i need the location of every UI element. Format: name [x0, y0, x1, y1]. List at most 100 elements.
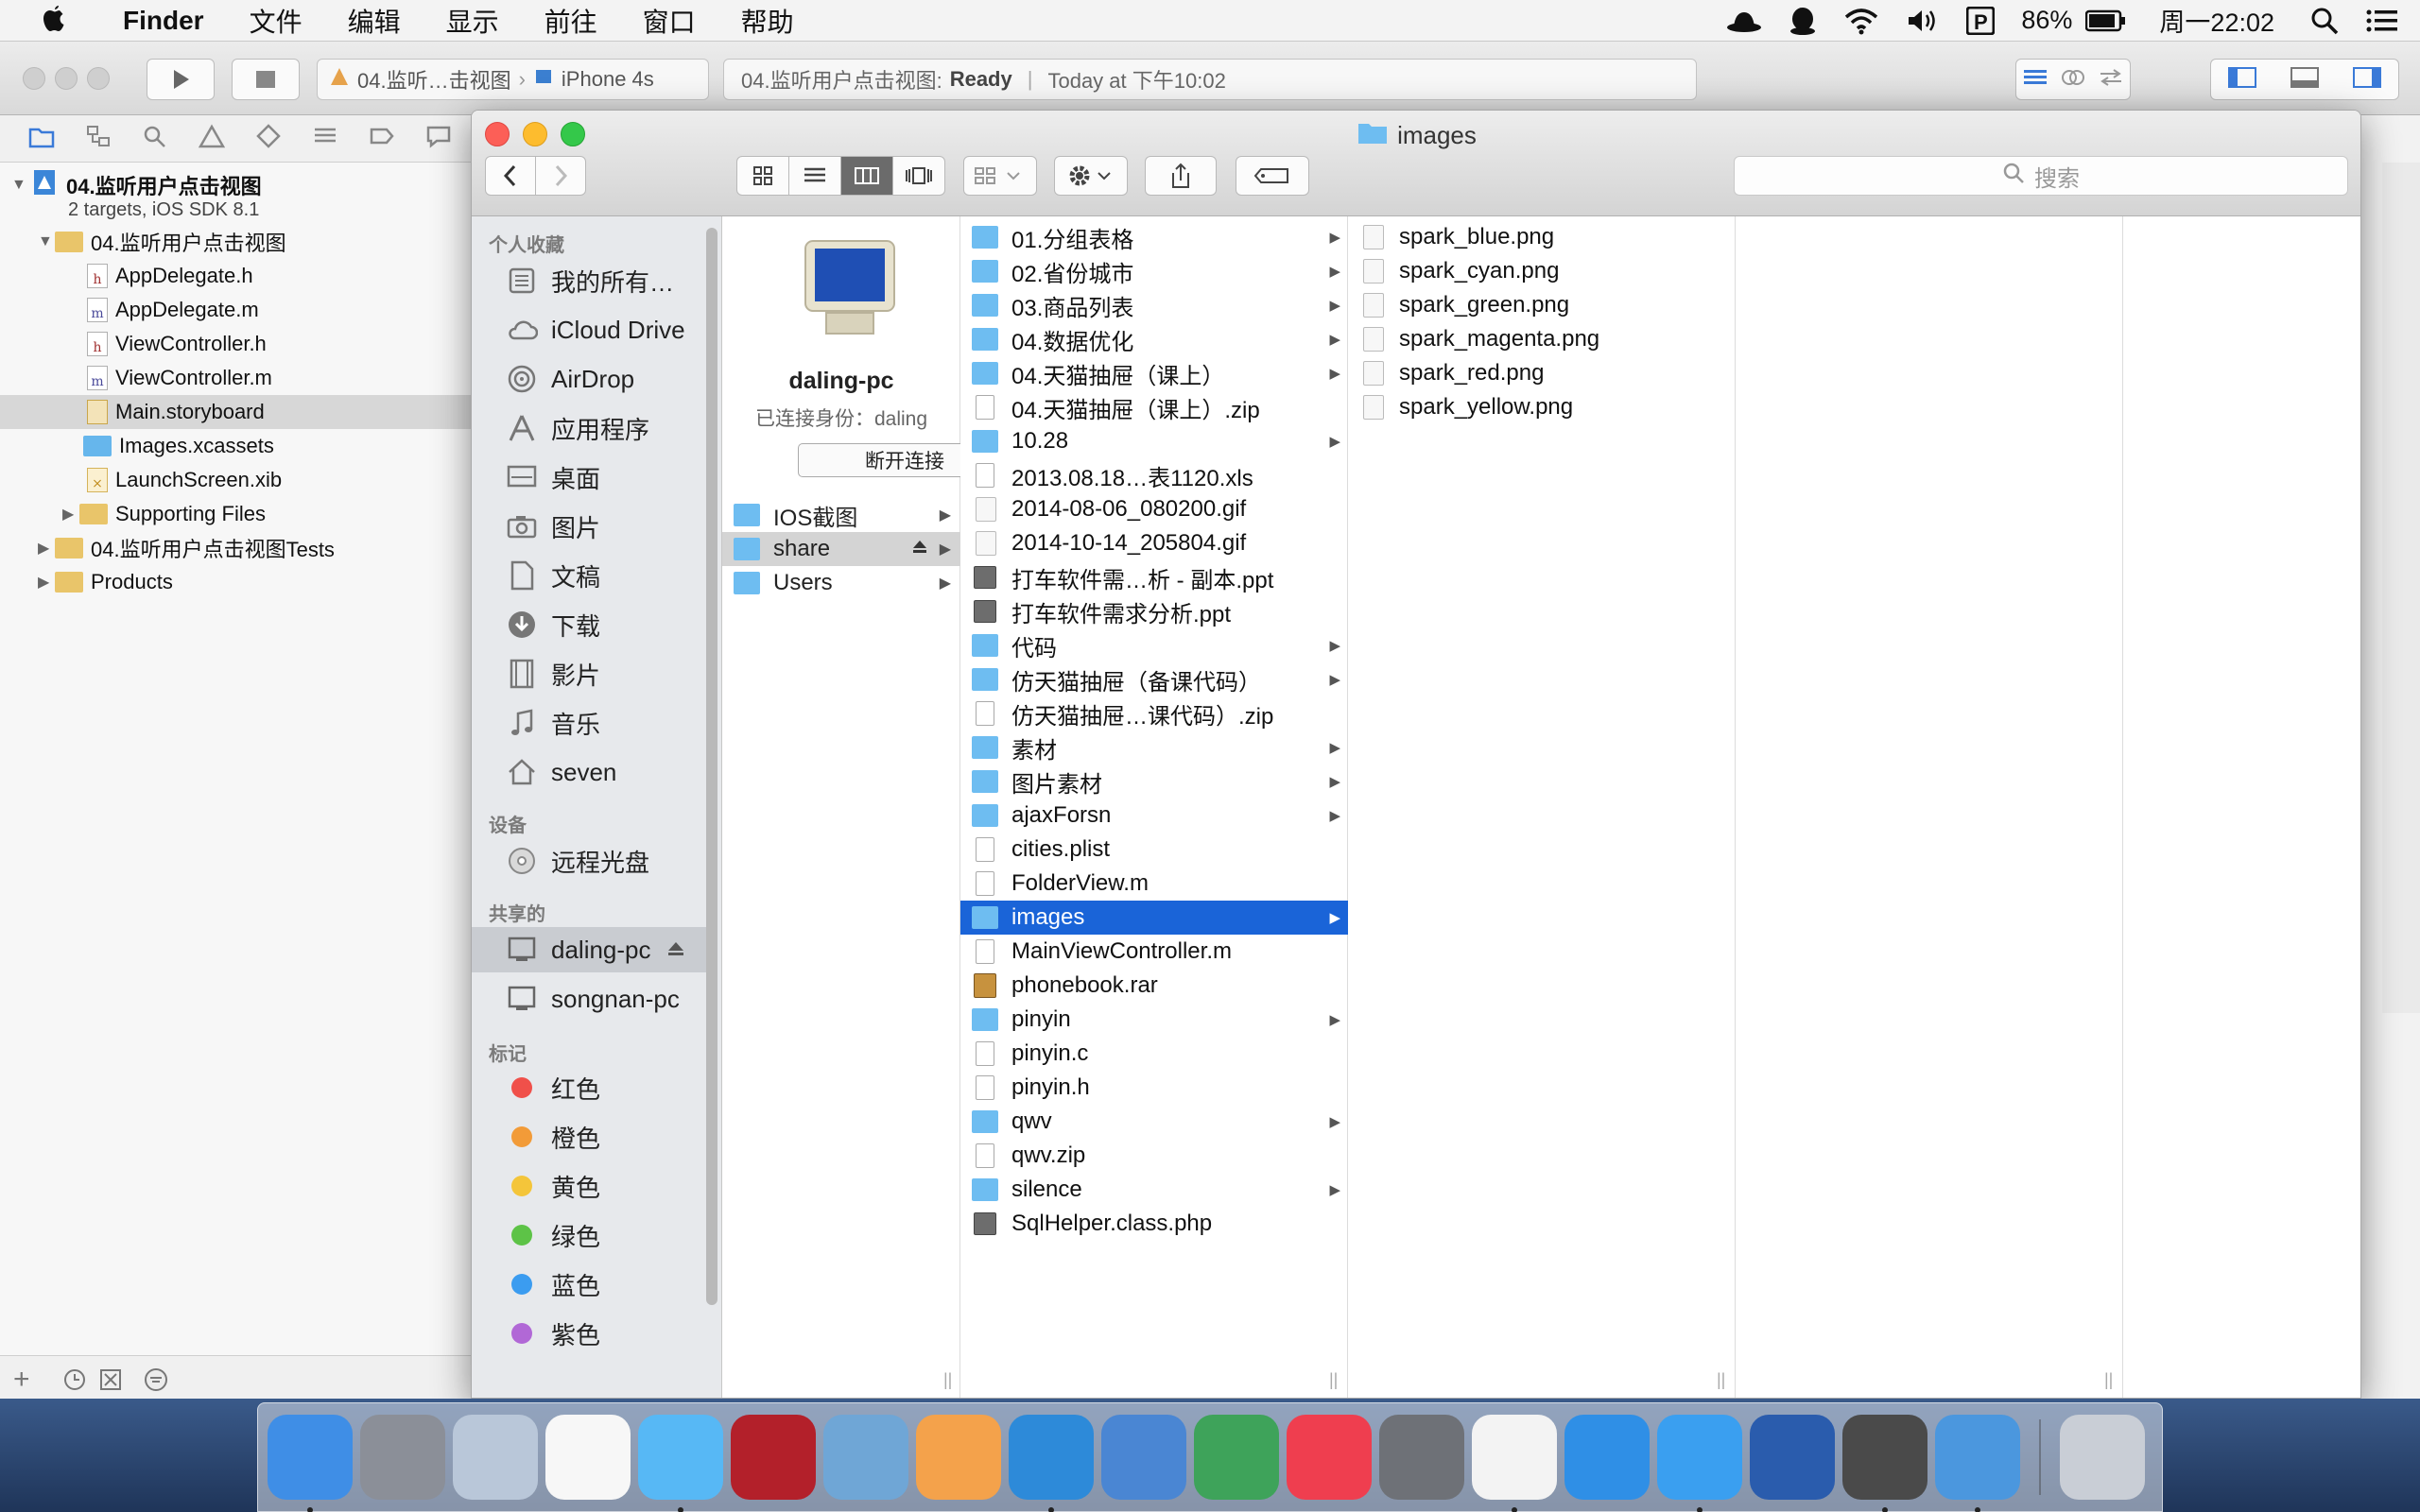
- parking-icon[interactable]: P: [1953, 0, 2008, 42]
- wifi-icon[interactable]: [1830, 0, 1893, 42]
- disclosure-closed-icon[interactable]: ▶: [62, 505, 79, 524]
- nav-group-products[interactable]: ▶ Products: [0, 565, 473, 599]
- battery-icon[interactable]: [2085, 0, 2140, 42]
- sidebar-scrollbar[interactable]: [706, 228, 717, 1305]
- sidebar-item-songnan-pc[interactable]: songnan-pc: [472, 976, 713, 1022]
- sidebar-item-downloads[interactable]: 下载: [472, 602, 713, 647]
- assistant-editor-icon[interactable]: [2059, 66, 2087, 94]
- menu-go[interactable]: 前往: [522, 0, 620, 42]
- arrange-menu-button[interactable]: [963, 156, 1037, 196]
- source-control-filter-icon[interactable]: [98, 1367, 123, 1397]
- image-file-row[interactable]: spark_yellow.png: [1348, 390, 1736, 424]
- file-row[interactable]: silence ▶: [960, 1173, 1348, 1207]
- file-row[interactable]: 04.天猫抽屉（课上）.zip: [960, 390, 1348, 424]
- launchpad-icon[interactable]: [360, 1415, 445, 1500]
- nav-file-appdelegate-h[interactable]: h AppDelegate.h: [0, 259, 473, 293]
- disclosure-open-icon[interactable]: ▼: [38, 233, 55, 250]
- forward-button[interactable]: [535, 156, 586, 196]
- file-row[interactable]: 01.分组表格 ▶: [960, 220, 1348, 254]
- utilities-toggle-icon[interactable]: [2352, 65, 2382, 94]
- app-store-icon[interactable]: [1564, 1415, 1650, 1500]
- sidebar-tag-orange[interactable]: 橙色: [472, 1114, 713, 1160]
- file-row[interactable]: 04.数据优化 ▶: [960, 322, 1348, 356]
- image-file-row[interactable]: spark_blue.png: [1348, 220, 1736, 254]
- calendar-icon[interactable]: [545, 1415, 631, 1500]
- filter-icon[interactable]: [142, 1367, 170, 1397]
- share-users[interactable]: Users ▶: [722, 566, 960, 600]
- image-file-row[interactable]: spark_magenta.png: [1348, 322, 1736, 356]
- add-icon[interactable]: +: [13, 1364, 30, 1396]
- xcode-minimize-button[interactable]: [55, 67, 78, 90]
- file-row[interactable]: 打车软件需求分析.ppt: [960, 594, 1348, 628]
- volume-icon[interactable]: [1893, 0, 1953, 42]
- eject-icon[interactable]: [666, 936, 685, 965]
- project-navigator-icon[interactable]: [28, 124, 55, 153]
- action-menu-button[interactable]: [1054, 156, 1128, 196]
- sidebar-tag-yellow[interactable]: 黄色: [472, 1163, 713, 1209]
- sidebar-item-desktop[interactable]: 桌面: [472, 455, 713, 500]
- messages-icon[interactable]: [638, 1415, 723, 1512]
- sidebar-tag-red[interactable]: 红色: [472, 1065, 713, 1110]
- system-preferences-icon[interactable]: [1379, 1415, 1464, 1500]
- breakpoint-navigator-icon[interactable]: [369, 124, 395, 153]
- word-icon[interactable]: [1750, 1415, 1835, 1500]
- share-ios-screenshots[interactable]: IOS截图 ▶: [722, 498, 960, 532]
- sidebar-item-daling-pc[interactable]: daling-pc: [472, 927, 713, 972]
- spotlight-search-icon[interactable]: [2297, 0, 2352, 42]
- share-button[interactable]: [1145, 156, 1217, 196]
- image-file-row[interactable]: spark_green.png: [1348, 288, 1736, 322]
- file-row[interactable]: 2014-10-14_205804.gif: [960, 526, 1348, 560]
- file-row[interactable]: cities.plist: [960, 833, 1348, 867]
- disclosure-open-icon[interactable]: ▼: [11, 177, 28, 194]
- nav-file-viewcontroller-m[interactable]: m ViewController.m: [0, 361, 473, 395]
- sidebar-item-icloud-drive[interactable]: iCloud Drive: [472, 307, 713, 352]
- sidebar-item-airdrop[interactable]: AirDrop: [472, 356, 713, 402]
- find-navigator-icon[interactable]: [142, 124, 168, 153]
- search-field[interactable]: 搜索: [1734, 156, 2348, 196]
- file-row[interactable]: phonebook.rar: [960, 969, 1348, 1003]
- standard-editor-icon[interactable]: [2021, 66, 2049, 94]
- recent-files-icon[interactable]: [62, 1367, 87, 1397]
- report-navigator-icon[interactable]: [425, 124, 452, 153]
- menu-file[interactable]: 文件: [227, 0, 325, 42]
- sidebar-item-documents[interactable]: 文稿: [472, 553, 713, 598]
- file-row[interactable]: ajaxForsn ▶: [960, 799, 1348, 833]
- menu-edit[interactable]: 编辑: [325, 0, 424, 42]
- stop-button[interactable]: [232, 59, 300, 100]
- file-row[interactable]: pinyin ▶: [960, 1003, 1348, 1037]
- navigator-toggle-icon[interactable]: [2227, 65, 2257, 94]
- column-resize-handle[interactable]: ||: [2104, 1370, 2113, 1390]
- nav-file-viewcontroller-h[interactable]: h ViewController.h: [0, 327, 473, 361]
- sidebar-item-pictures[interactable]: 图片: [472, 504, 713, 549]
- nav-file-appdelegate-m[interactable]: m AppDelegate.m: [0, 293, 473, 327]
- column-resize-handle[interactable]: ||: [943, 1370, 952, 1390]
- share-share[interactable]: share ▶: [722, 532, 960, 566]
- nav-file-launchscreen-xib[interactable]: × LaunchScreen.xib: [0, 463, 473, 497]
- mail-icon[interactable]: [453, 1415, 538, 1500]
- menu-window[interactable]: 窗口: [620, 0, 718, 42]
- qq-status-icon[interactable]: [1775, 0, 1830, 42]
- column-view-button[interactable]: [840, 156, 893, 196]
- menu-app-finder[interactable]: Finder: [100, 0, 227, 42]
- sidebar-item-remote-disc[interactable]: 远程光盘: [472, 838, 713, 884]
- pages-icon[interactable]: [916, 1415, 1001, 1500]
- file-row[interactable]: 代码 ▶: [960, 628, 1348, 662]
- image-file-row[interactable]: spark_cyan.png: [1348, 254, 1736, 288]
- file-row[interactable]: pinyin.h: [960, 1071, 1348, 1105]
- run-button[interactable]: [147, 59, 215, 100]
- file-row[interactable]: qwv.zip: [960, 1139, 1348, 1173]
- file-row[interactable]: MainViewController.m: [960, 935, 1348, 969]
- sidebar-tag-blue[interactable]: 蓝色: [472, 1262, 713, 1307]
- list-view-button[interactable]: [788, 156, 841, 196]
- menu-view[interactable]: 显示: [424, 0, 522, 42]
- xcode-close-button[interactable]: [23, 67, 45, 90]
- trash-icon[interactable]: [2060, 1415, 2145, 1500]
- sidebar-tag-green[interactable]: 绿色: [472, 1212, 713, 1258]
- nav-group-tests[interactable]: ▶ 04.监听用户点击视图Tests: [0, 531, 473, 565]
- itunes-icon[interactable]: [1287, 1415, 1372, 1500]
- notification-center-icon[interactable]: [2352, 0, 2420, 42]
- sidebar-item-music[interactable]: 音乐: [472, 700, 713, 746]
- file-row[interactable]: images ▶: [960, 901, 1348, 935]
- file-row[interactable]: 打车软件需…析 - 副本.ppt: [960, 560, 1348, 594]
- nav-file-main-storyboard[interactable]: Main.storyboard: [0, 395, 473, 429]
